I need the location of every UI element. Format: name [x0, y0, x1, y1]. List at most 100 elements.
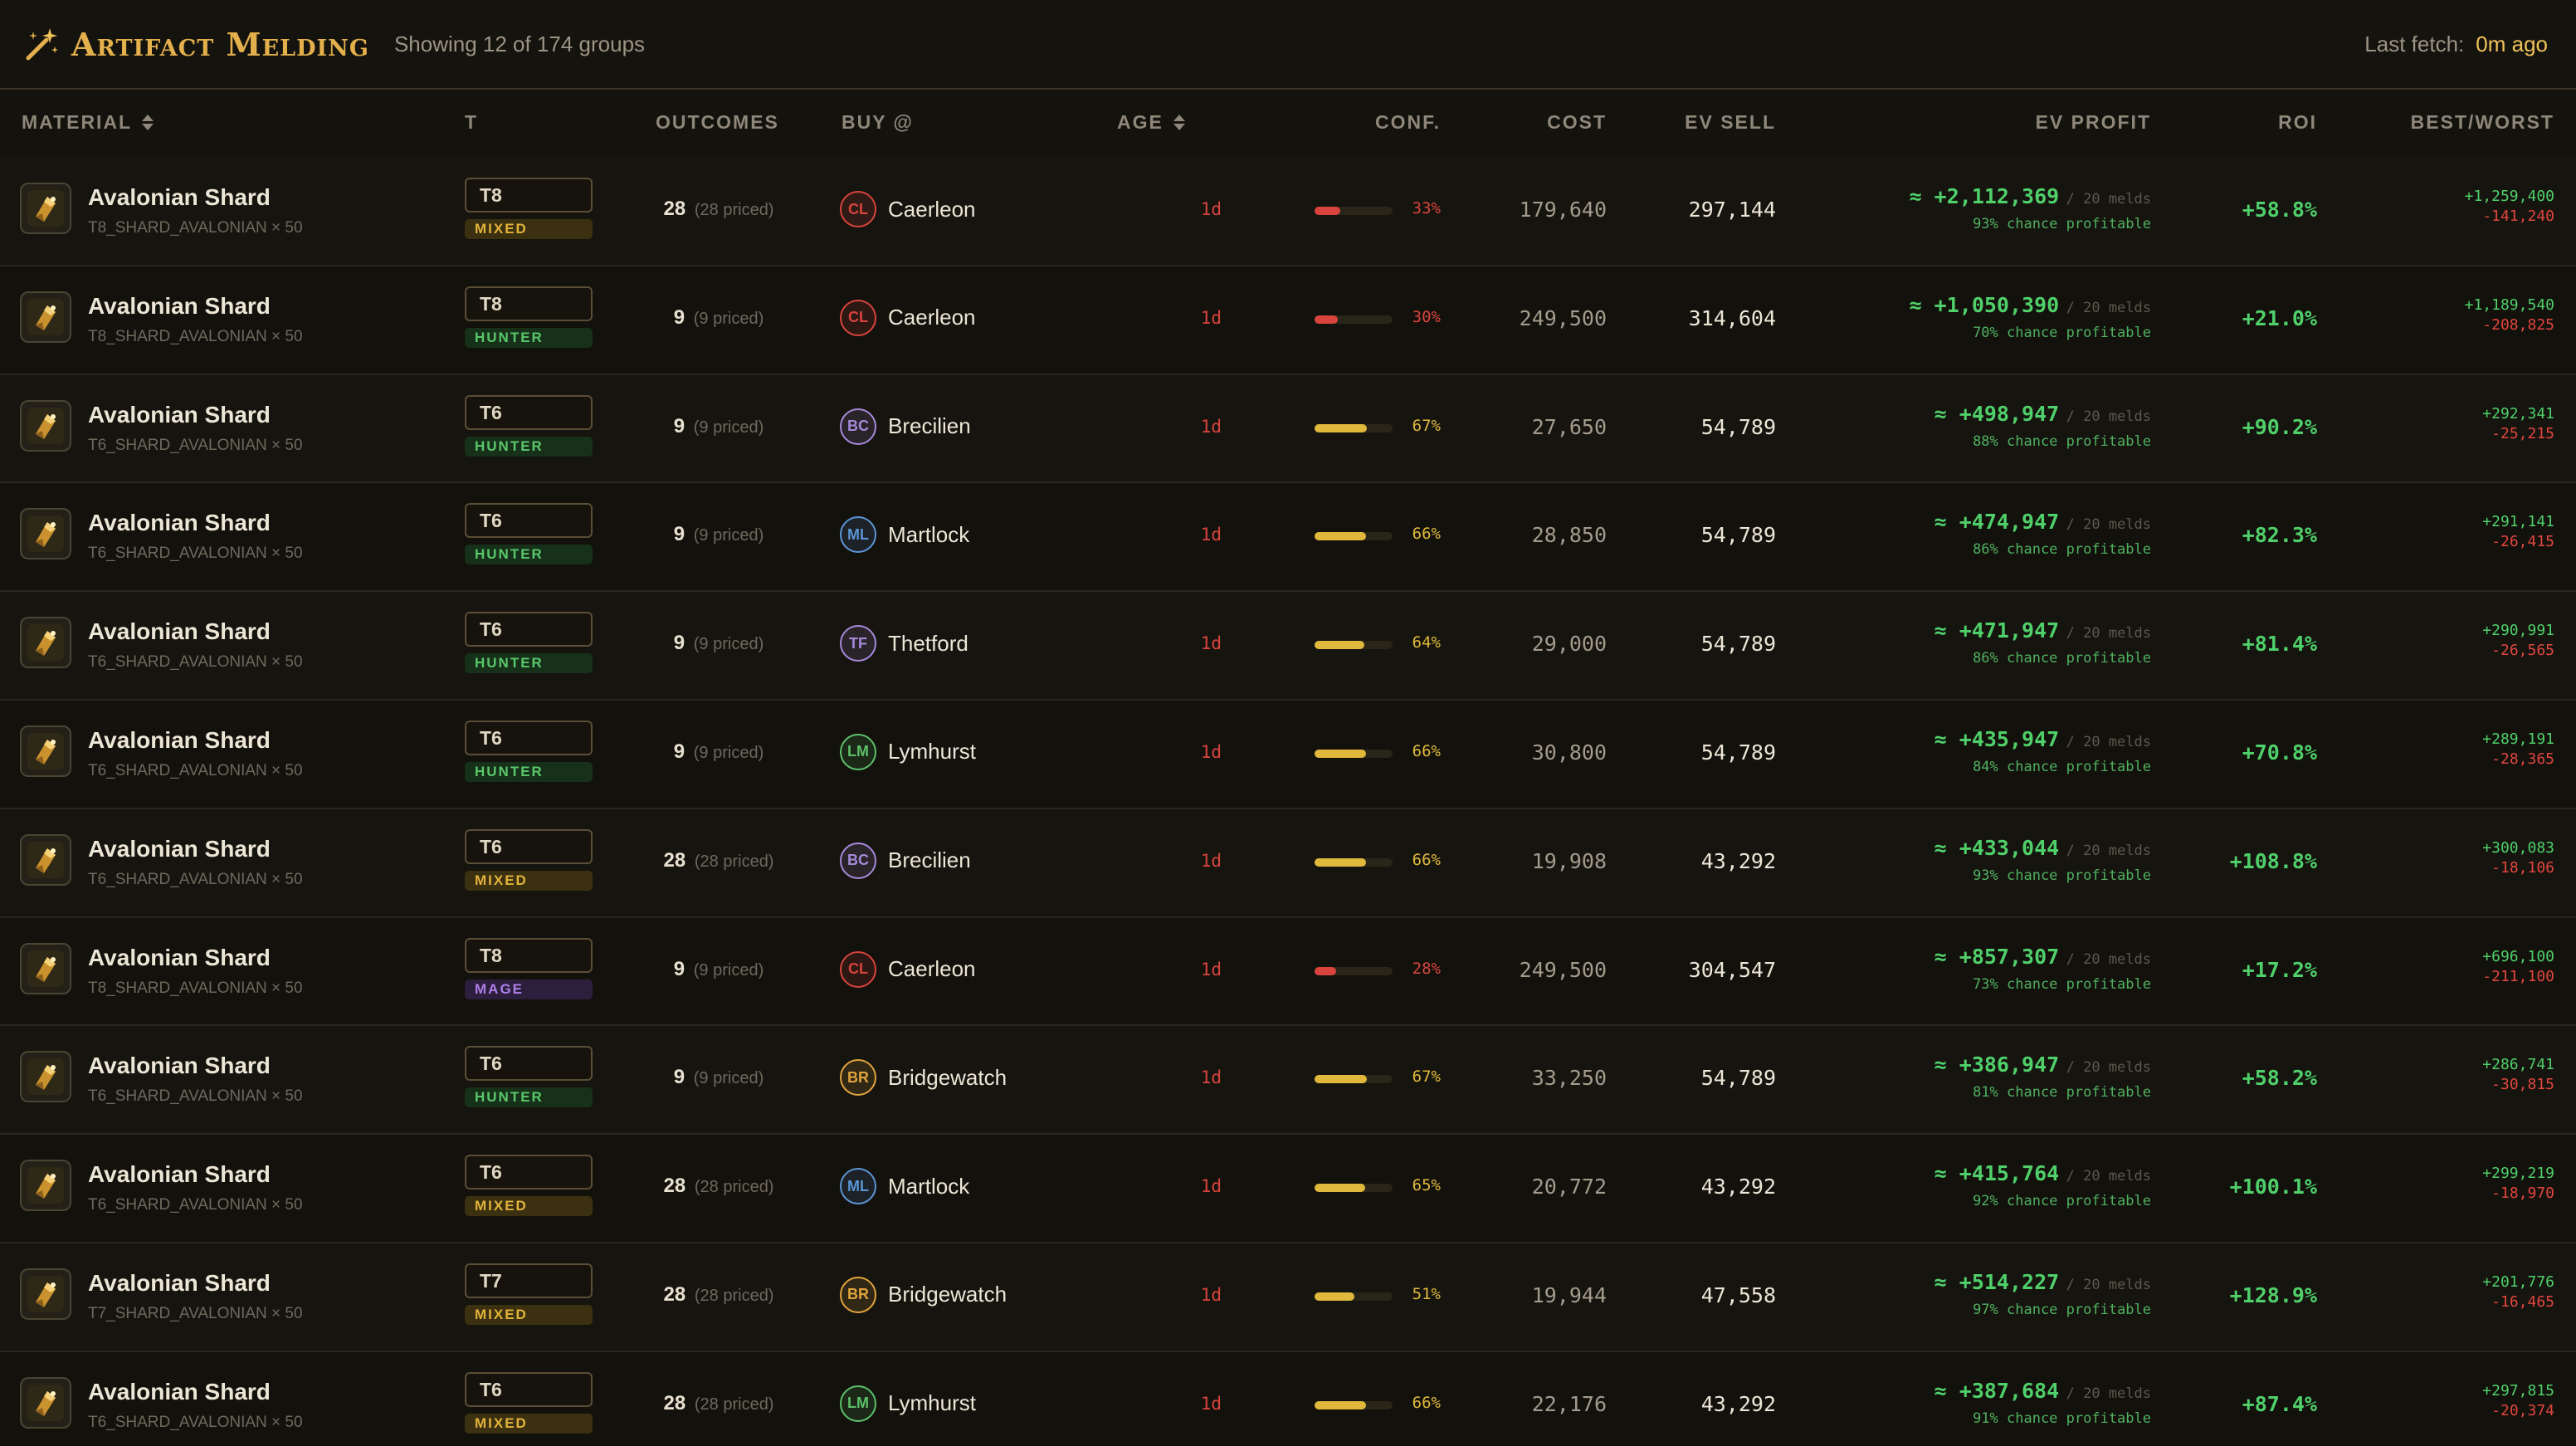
best-value: +696,100 [2482, 947, 2554, 965]
profit-chance: 86% chance profitable [1973, 650, 2151, 667]
ev-profit-cell: ≈ +474,947 / 20 melds [1776, 510, 2151, 534]
confidence-bar [1315, 857, 1393, 867]
confidence-bar [1315, 207, 1393, 215]
column-header-age[interactable]: AGE [1117, 111, 1185, 134]
best-value: +1,189,540 [2464, 296, 2554, 314]
material-id: T6_SHARD_AVALONIAN × 50 [88, 870, 303, 888]
age-value: 1d [1200, 1176, 1222, 1197]
ev-sell-value: 314,604 [1688, 305, 1776, 330]
column-header-material[interactable]: MATERIAL [22, 111, 154, 134]
ev-sell-value: 54,789 [1700, 1066, 1776, 1091]
profit-chance: 70% chance profitable [1973, 324, 2151, 341]
column-header-material-label: MATERIAL [22, 111, 133, 133]
category-badge: HUNTER [465, 1087, 593, 1108]
column-header-buy[interactable]: BUY @ [842, 111, 914, 134]
profit-chance: 91% chance profitable [1973, 1409, 2151, 1427]
confidence-percent: 64% [1412, 633, 1441, 652]
profit-chance: 86% chance profitable [1973, 541, 2151, 559]
column-header-outcomes-label: OUTCOMES [656, 111, 779, 133]
table-row[interactable]: Avalonian Shard T6_SHARD_AVALONIAN × 50 … [0, 1351, 2576, 1446]
ev-profit-melds: / 20 melds [2066, 1276, 2151, 1293]
material-id: T8_SHARD_AVALONIAN × 50 [88, 219, 303, 237]
avalonian-shard-icon [20, 183, 71, 234]
ev-sell-value: 43,292 [1700, 1175, 1776, 1199]
confidence-bar-fill [1315, 423, 1367, 432]
avalonian-shard-icon [20, 833, 71, 886]
age-value: 1d [1200, 1067, 1222, 1088]
outcomes-priced: (9 priced) [693, 418, 764, 437]
age-value: 1d [1200, 1284, 1222, 1305]
confidence-bar [1315, 749, 1393, 758]
tier-badge: T6 [465, 828, 593, 864]
ev-sell-value: 304,547 [1688, 957, 1776, 982]
outcomes-priced: (9 priced) [693, 635, 764, 654]
ev-profit-melds: / 20 melds [2066, 950, 2151, 968]
column-header-age-label: AGE [1117, 111, 1164, 133]
column-header-conf[interactable]: CONF. [1311, 111, 1441, 134]
ev-profit-value: ≈ +387,684 [1934, 1378, 2060, 1403]
buy-city: ML Martlock [840, 1168, 969, 1205]
ev-profit-value: ≈ +471,947 [1934, 618, 2060, 643]
category-badge: HUNTER [465, 761, 593, 782]
table-row[interactable]: Avalonian Shard T7_SHARD_AVALONIAN × 50 … [0, 1243, 2576, 1352]
buy-city: TF Thetford [840, 625, 968, 662]
table-row[interactable]: Avalonian Shard T8_SHARD_AVALONIAN × 50 … [0, 266, 2576, 375]
outcomes-cell: 28 (28 priced) [632, 198, 805, 221]
profit-chance: 81% chance profitable [1973, 1084, 2151, 1102]
age-value: 1d [1200, 1393, 1222, 1414]
tier-badge: T8 [465, 937, 593, 973]
confidence-bar-fill [1315, 1292, 1354, 1301]
city-name: Lymhurst [888, 739, 976, 765]
profit-chance: 93% chance profitable [1973, 216, 2151, 232]
age-value: 1d [1200, 525, 1222, 545]
confidence-percent: 30% [1412, 307, 1441, 326]
outcomes-count: 28 [663, 1391, 686, 1414]
table-row[interactable]: Avalonian Shard T6_SHARD_AVALONIAN × 50 … [0, 483, 2576, 593]
material-id: T8_SHARD_AVALONIAN × 50 [88, 327, 303, 345]
category-badge: MIXED [465, 1196, 593, 1217]
ev-profit-melds: / 20 melds [2066, 733, 2151, 750]
table-row[interactable]: Avalonian Shard T6_SHARD_AVALONIAN × 50 … [0, 592, 2576, 701]
column-header-tier[interactable]: T [465, 111, 478, 134]
outcomes-priced: (28 priced) [694, 201, 774, 219]
outcomes-cell: 9 (9 priced) [632, 740, 805, 764]
material-name: Avalonian Shard [88, 292, 271, 319]
roi-value: +128.9% [2229, 1282, 2317, 1307]
ev-profit-melds: / 20 melds [2066, 299, 2151, 316]
column-header-ev-sell[interactable]: EV SELL [1610, 111, 1776, 134]
confidence-percent: 66% [1412, 1393, 1441, 1412]
confidence-bar-fill [1315, 641, 1365, 650]
column-header-conf-label: CONF. [1375, 111, 1441, 133]
column-header-cost[interactable]: COST [1444, 111, 1607, 134]
table-row[interactable]: Avalonian Shard T6_SHARD_AVALONIAN × 50 … [0, 1026, 2576, 1136]
table-row[interactable]: Avalonian Shard T8_SHARD_AVALONIAN × 50 … [0, 158, 2576, 266]
table-row[interactable]: Avalonian Shard T8_SHARD_AVALONIAN × 50 … [0, 917, 2576, 1027]
table-row[interactable]: Avalonian Shard T6_SHARD_AVALONIAN × 50 … [0, 808, 2576, 918]
cost-value: 20,772 [1531, 1175, 1607, 1199]
column-header-ev-profit[interactable]: EV PROFIT [1776, 111, 2151, 134]
confidence-bar-fill [1315, 966, 1337, 975]
ev-sell-value: 54,789 [1700, 740, 1776, 765]
confidence-percent: 66% [1412, 850, 1441, 869]
roi-value: +21.0% [2242, 305, 2317, 330]
age-value: 1d [1200, 741, 1222, 762]
roi-value: +82.3% [2242, 523, 2317, 548]
profit-chance: 73% chance profitable [1973, 975, 2151, 993]
roi-value: +100.1% [2229, 1175, 2317, 1199]
confidence-bar-fill [1315, 749, 1367, 758]
column-header-best-worst[interactable]: BEST/WORST [2324, 111, 2554, 134]
table-row[interactable]: Avalonian Shard T6_SHARD_AVALONIAN × 50 … [0, 700, 2576, 809]
age-value: 1d [1200, 199, 1222, 219]
buy-city: CL Caerleon [840, 950, 976, 988]
column-header-best-worst-label: BEST/WORST [2410, 111, 2554, 133]
last-fetch-value: 0m ago [2476, 32, 2548, 56]
table-row[interactable]: Avalonian Shard T6_SHARD_AVALONIAN × 50 … [0, 374, 2576, 484]
outcomes-priced: (9 priced) [693, 960, 764, 979]
material-id: T6_SHARD_AVALONIAN × 50 [88, 1087, 303, 1106]
table-row[interactable]: Avalonian Shard T6_SHARD_AVALONIAN × 50 … [0, 1135, 2576, 1243]
city-badge: TF [840, 625, 876, 662]
column-header-outcomes[interactable]: OUTCOMES [656, 111, 779, 134]
roi-value: +58.8% [2242, 198, 2317, 222]
column-header-roi[interactable]: ROI [2158, 111, 2317, 134]
ev-profit-cell: ≈ +2,112,369 / 20 melds [1776, 184, 2151, 208]
